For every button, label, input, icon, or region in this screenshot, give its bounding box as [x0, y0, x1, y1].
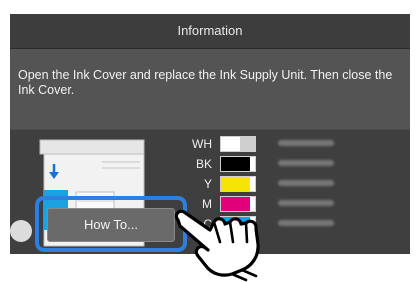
ink-code-blurred [278, 140, 334, 146]
ink-label: Y [203, 177, 212, 191]
dialog-title: Information [10, 14, 410, 49]
ink-label: BK [195, 157, 212, 171]
ink-level-bar [220, 136, 256, 152]
dialog-message: Open the Ink Cover and replace the Ink S… [10, 49, 410, 129]
how-to-button[interactable]: How To... [47, 208, 175, 242]
ink-row-wh: WH [182, 134, 382, 154]
ink-code-blurred [278, 160, 334, 166]
ink-row-bk: BK [182, 154, 382, 174]
ink-level-bar [220, 156, 256, 172]
ink-level-bar [220, 176, 256, 192]
ink-code-blurred [278, 220, 334, 226]
ink-label: WH [192, 137, 212, 151]
pointing-hand-icon [174, 209, 260, 282]
ink-code-blurred [278, 200, 334, 206]
ink-row-y: Y [182, 174, 382, 194]
ink-code-blurred [278, 180, 334, 186]
info-icon[interactable] [10, 220, 32, 242]
